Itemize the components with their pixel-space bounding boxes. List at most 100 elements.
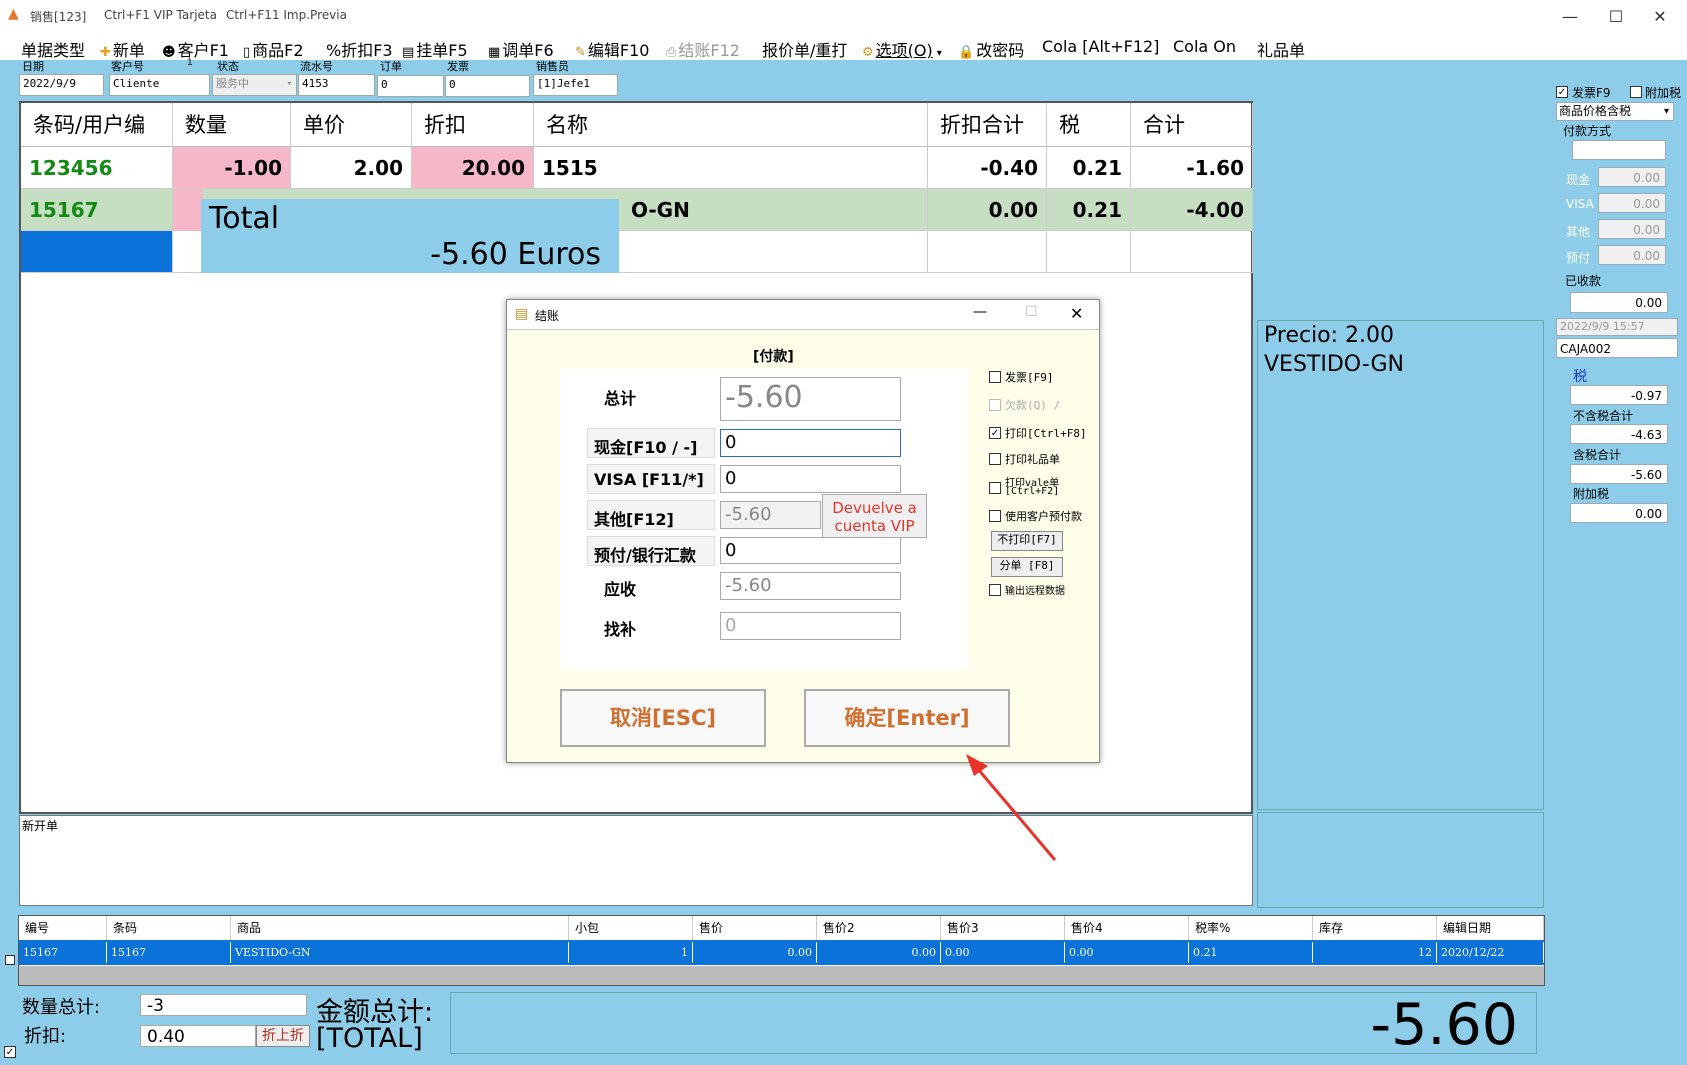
seller-field[interactable]: [1]Jefe1 — [533, 74, 618, 96]
dlg-gift-checkbox[interactable] — [989, 453, 1001, 465]
btable-cell-code[interactable]: 15167 — [107, 942, 231, 963]
row2-qty-cell[interactable] — [173, 189, 203, 231]
menu-gift[interactable]: 礼品单 — [1257, 37, 1305, 61]
menu-password[interactable]: 🔒 改密码 — [958, 37, 1024, 61]
customer-field[interactable]: Cliente — [109, 74, 210, 96]
row3-code-selected[interactable] — [21, 231, 173, 273]
serial-field[interactable]: 4153 — [298, 74, 375, 96]
btable-header-pack[interactable]: 小包 — [569, 916, 693, 940]
dlg-remote-checkbox[interactable] — [989, 584, 1001, 596]
row1-qty[interactable]: -1.00 — [173, 147, 291, 189]
col-header-name[interactable]: 名称 — [534, 103, 928, 147]
dialog-minimize-button[interactable]: — — [973, 304, 987, 320]
dialog-prepay-input[interactable]: 0 — [720, 537, 901, 564]
btable-header-edit-date[interactable]: 编辑日期 — [1437, 916, 1544, 940]
notes-area[interactable]: 新开单 — [19, 815, 1253, 906]
confirm-button[interactable]: 确定[Enter] — [804, 689, 1010, 747]
invoice-checkbox[interactable]: ✓ — [1556, 86, 1568, 98]
col-header-disc-total[interactable]: 折扣合计 — [928, 103, 1047, 147]
dialog-other-input[interactable]: -5.60 — [720, 501, 821, 529]
col-header-qty[interactable]: 数量 — [173, 103, 291, 147]
extra-tax-checkbox[interactable] — [1630, 86, 1642, 98]
row1-tax[interactable]: 0.21 — [1047, 147, 1131, 189]
status-checkbox[interactable]: ✓ — [4, 1046, 16, 1058]
refund-vip-button[interactable]: Devuelve a cuenta VIP — [822, 494, 927, 538]
split-bill-button[interactable]: 分单 [F8] — [991, 557, 1063, 577]
btable-cell-taxrate[interactable]: 0.21 — [1189, 942, 1313, 963]
row1-total[interactable]: -1.60 — [1131, 147, 1253, 189]
qty-total-label: 数量总计: — [22, 997, 101, 1018]
invoice-field[interactable]: 0 — [445, 75, 530, 97]
btable-cell-edit-date[interactable]: 2020/12/22 — [1437, 942, 1544, 963]
pay-method-field[interactable] — [1572, 140, 1666, 160]
maximize-button[interactable]: ☐ — [1596, 4, 1636, 30]
btable-cell-product[interactable]: VESTIDO-GN — [231, 942, 569, 963]
btable-header-price3[interactable]: 售价3 — [941, 916, 1065, 940]
btable-header-code[interactable]: 条码 — [107, 916, 231, 940]
dialog-close-button[interactable]: ✕ — [1070, 304, 1083, 323]
menu-cola-alt[interactable]: Cola [Alt+F12] — [1042, 37, 1159, 56]
row2-total[interactable]: -4.00 — [1131, 189, 1253, 231]
no-print-button[interactable]: 不打印[F7] — [991, 531, 1063, 551]
dlg-prepaid-checkbox[interactable] — [989, 510, 1001, 522]
col-header-discount[interactable]: 折扣 — [412, 103, 534, 147]
row3-total[interactable] — [1131, 231, 1253, 273]
col-header-total[interactable]: 合计 — [1131, 103, 1253, 147]
dialog-due-label: 应收 — [604, 580, 637, 599]
row1-disc-total[interactable]: -0.40 — [928, 147, 1047, 189]
menu-edit[interactable]: ✎ 编辑F10 — [575, 37, 649, 61]
btable-cell-price1[interactable]: 0.00 — [693, 942, 817, 963]
col-header-price[interactable]: 单价 — [291, 103, 412, 147]
btable-cell-price3[interactable]: 0.00 — [941, 942, 1065, 963]
dlg-vale-checkbox[interactable] — [989, 482, 1001, 494]
btable-header-price2[interactable]: 售价2 — [817, 916, 941, 940]
btable-header-price4[interactable]: 售价4 — [1065, 916, 1189, 940]
product-table: 编号 条码 商品 小包 售价 售价2 售价3 售价4 税率% 库存 编辑日期 1… — [18, 915, 1545, 986]
row3-tax[interactable] — [1047, 231, 1131, 273]
discount-label: 折扣: — [24, 1026, 67, 1047]
cancel-button[interactable]: 取消[ESC] — [560, 689, 766, 747]
menu-quote[interactable]: 报价单/重打 — [762, 37, 847, 61]
btable-header-id[interactable]: 编号 — [19, 916, 107, 940]
status-select[interactable]: 服务中 ▾ — [212, 74, 297, 96]
dlg-invoice-checkbox[interactable] — [989, 371, 1001, 383]
row1-price[interactable]: 2.00 — [291, 147, 412, 189]
row2-disc-total[interactable]: 0.00 — [928, 189, 1047, 231]
btable-cell-stock[interactable]: 12 — [1313, 942, 1437, 963]
minimize-button[interactable]: — — [1550, 4, 1590, 30]
btable-cell-price2[interactable]: 0.00 — [817, 942, 941, 963]
col-header-tax[interactable]: 税 — [1047, 103, 1131, 147]
row2-code[interactable]: 15167 — [21, 189, 173, 231]
row2-tax[interactable]: 0.21 — [1047, 189, 1131, 231]
price-mode-select[interactable]: 商品价格含税 ▾ — [1556, 102, 1674, 121]
menu-options[interactable]: ⚙ 选项(O) ▾ — [862, 37, 942, 61]
col-header-code[interactable]: 条码/用户编 — [21, 103, 173, 147]
btable-cell-pack[interactable]: 1 — [569, 942, 693, 963]
menu-cola-on[interactable]: Cola On — [1173, 37, 1236, 56]
btable-header-stock[interactable]: 库存 — [1313, 916, 1437, 940]
compound-discount-button[interactable]: 折上折 — [256, 1025, 310, 1047]
btable-header-product[interactable]: 商品 — [231, 916, 569, 940]
date-field[interactable]: 2022/9/9 — [19, 74, 104, 96]
btable-cell-id[interactable]: 15167 — [19, 942, 107, 963]
dialog-change-label: 找补 — [604, 620, 637, 639]
dlg-invoice-label: 发票[F9] — [1005, 371, 1054, 384]
order-field[interactable]: 0 — [377, 75, 444, 97]
dlg-print-checkbox[interactable]: ✓ — [989, 427, 1001, 439]
btable-scrollbar[interactable] — [19, 966, 1544, 985]
dlg-print-label: 打印[Ctrl+F8] — [1005, 427, 1087, 440]
pay-method-label: 付款方式 — [1563, 124, 1612, 138]
row-selector-checkbox[interactable] — [5, 955, 15, 965]
net-total-field: -4.63 — [1570, 424, 1668, 444]
row3-disc-total[interactable] — [928, 231, 1047, 273]
menu-product[interactable]: ▯ 商品F2 — [243, 37, 304, 61]
row1-code[interactable]: 123456 — [21, 147, 173, 189]
row1-discount[interactable]: 20.00 — [412, 147, 534, 189]
row1-name[interactable]: 1515 — [534, 147, 928, 189]
dialog-cash-input[interactable]: 0 — [720, 429, 901, 457]
btable-header-price1[interactable]: 售价 — [693, 916, 817, 940]
btable-header-taxrate[interactable]: 税率% — [1189, 916, 1313, 940]
close-button[interactable]: ✕ — [1640, 4, 1680, 30]
btable-cell-price4[interactable]: 0.00 — [1065, 942, 1189, 963]
dialog-visa-input[interactable]: 0 — [720, 465, 901, 493]
